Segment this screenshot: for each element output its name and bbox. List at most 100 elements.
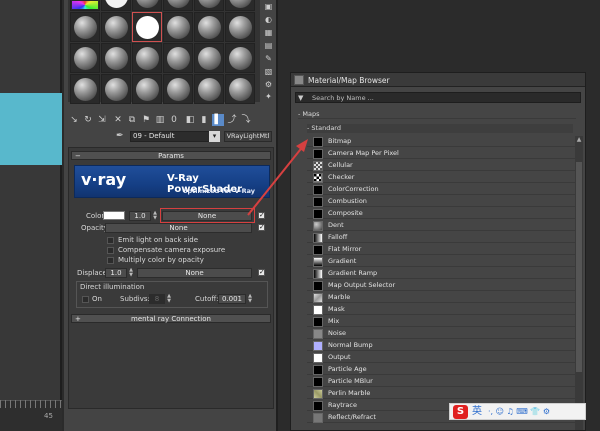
uv-tiling-icon[interactable]: ▤ [263,41,274,50]
map-item[interactable]: Composite [307,208,575,219]
sample-slot[interactable] [132,0,162,11]
sample-slot[interactable] [194,0,224,11]
material-type-button[interactable]: VRayLightMtl [224,131,272,142]
sample-slot[interactable] [70,12,100,42]
go-to-parent-icon[interactable]: ⤴ [226,114,238,126]
make-unique-icon[interactable]: ⚑ [140,114,152,126]
background-icon[interactable]: ▦ [263,28,274,37]
sample-slot[interactable] [70,43,100,73]
displace-amount[interactable]: 1.0 [105,268,127,278]
sample-slot[interactable] [70,74,100,104]
sample-slot[interactable] [194,74,224,104]
category-standard[interactable]: - Standard [307,124,573,133]
map-item[interactable]: Noise [307,328,575,339]
scroll-up-icon[interactable]: ▲ [575,136,583,144]
map-item[interactable]: Marble [307,292,575,303]
sample-slot[interactable] [163,12,193,42]
viewport[interactable]: 45 [0,0,62,431]
map-item[interactable]: Falloff [307,232,575,243]
map-item[interactable]: Map Output Selector [307,280,575,291]
map-item[interactable]: Camera Map Per Pixel [307,148,575,159]
subdivs-field[interactable]: 8 [149,294,165,304]
sample-slot[interactable] [101,43,131,73]
video-check-icon[interactable]: ✎ [263,54,274,63]
map-item[interactable]: Particle MBlur [307,376,575,387]
sample-slot[interactable] [225,0,255,11]
mental-ray-rollout[interactable]: + mental ray Connection [71,314,271,323]
show-shaded-icon[interactable]: ▌ [212,114,224,126]
ime-language[interactable]: 英 [472,405,482,419]
scroll-thumb[interactable] [576,162,582,372]
sample-slot[interactable] [70,0,100,11]
multiply-checkbox[interactable] [107,257,114,264]
map-item[interactable]: Output [307,352,575,363]
map-item[interactable]: Gradient [307,256,575,267]
category-maps[interactable]: - Maps [298,110,576,119]
browser-search[interactable]: ▼ Search by Name ... [295,92,581,103]
ime-tool-icons[interactable]: ·, ☺ ♫ ⌨ 👕 ⚙ [488,405,550,419]
material-name-dropdown[interactable]: ▾ [209,131,220,142]
sample-slot[interactable] [225,43,255,73]
map-item[interactable]: Particle Age [307,364,575,375]
map-item[interactable]: Gradient Ramp [307,268,575,279]
compensate-checkbox[interactable] [107,247,114,254]
opacity-map-button[interactable]: None [105,223,252,233]
sample-slot[interactable] [163,43,193,73]
backlight-icon[interactable]: ◐ [263,15,274,24]
sample-slot[interactable] [101,12,131,42]
map-item[interactable]: Dent [307,220,575,231]
make-copy-icon[interactable]: ⧉ [126,114,138,126]
select-by-material-icon[interactable]: ✦ [263,92,274,101]
color-map-checkbox[interactable] [258,211,265,219]
sogou-logo[interactable]: S [453,405,468,419]
direct-on-checkbox[interactable] [82,296,89,303]
cutoff-field[interactable]: 0.001 [218,294,246,304]
params-rollout-header[interactable]: − Params [71,151,271,160]
displace-map-button[interactable]: None [137,268,252,278]
sample-slot[interactable] [225,74,255,104]
sample-slot[interactable] [194,43,224,73]
sample-slot-selected[interactable] [132,12,162,42]
sample-slot[interactable] [132,74,162,104]
sample-type-icon[interactable]: ▣ [263,2,274,11]
map-item[interactable]: Mask [307,304,575,315]
color-swatch[interactable] [103,211,125,220]
displace-map-checkbox[interactable] [258,268,265,276]
map-item[interactable]: ColorCorrection [307,184,575,195]
show-end-result-icon[interactable]: ▮ [198,114,210,126]
color-spinner[interactable]: ▲ ▼ [152,211,158,221]
map-item[interactable]: Mix [307,316,575,327]
map-item[interactable]: Bitmap [307,136,575,147]
subdivs-spinner[interactable]: ▲ ▼ [166,294,172,304]
sample-slot[interactable] [194,12,224,42]
show-map-icon[interactable]: ◧ [184,114,196,126]
eyedropper-icon[interactable]: ✒ [116,131,126,142]
get-material-icon[interactable]: ↘ [68,114,80,126]
map-item[interactable]: Flat Mirror [307,244,575,255]
ime-toolbar[interactable]: S 英 ·, ☺ ♫ ⌨ 👕 ⚙ [449,403,586,420]
opacity-map-checkbox[interactable] [258,223,265,231]
put-to-library-icon[interactable]: ▥ [154,114,166,126]
search-options-icon[interactable]: ▼ [298,94,303,102]
sample-slot[interactable] [101,74,131,104]
color-multiplier[interactable]: 1.0 [129,211,151,221]
browser-titlebar[interactable]: Material/Map Browser [291,73,585,87]
material-id-icon[interactable]: 0 [168,114,180,126]
go-forward-icon[interactable]: ⤵ [240,114,252,126]
cutoff-spinner[interactable]: ▲ ▼ [247,294,253,304]
reset-map-icon[interactable]: ✕ [112,114,124,126]
options-icon[interactable]: ⚙ [263,80,274,89]
sample-slot[interactable] [132,43,162,73]
material-name-field[interactable]: 09 - Default [130,131,220,142]
map-item[interactable]: Checker [307,172,575,183]
displace-spinner[interactable]: ▲ ▼ [128,268,134,278]
map-item[interactable]: Perlin Marble [307,388,575,399]
map-item[interactable]: Normal Bump [307,340,575,351]
sample-slot[interactable] [101,0,131,11]
map-item[interactable]: Combustion [307,196,575,207]
map-item[interactable]: Cellular [307,160,575,171]
make-preview-icon[interactable]: ▧ [263,67,274,76]
sample-slot[interactable] [163,0,193,11]
assign-material-icon[interactable]: ⇲ [96,114,108,126]
browser-scrollbar[interactable]: ▲ [575,136,583,430]
